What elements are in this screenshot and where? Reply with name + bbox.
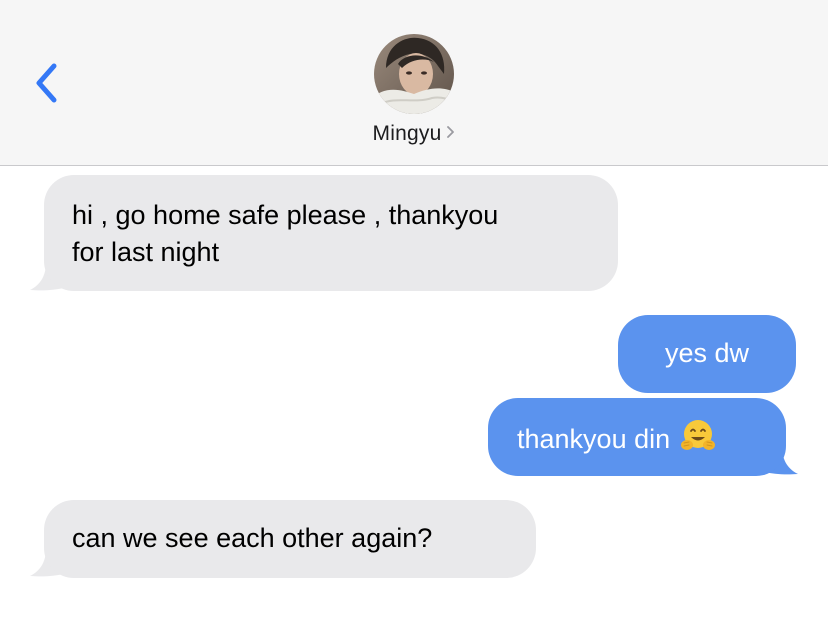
conversation-header: Mingyu (0, 0, 828, 166)
chevron-left-icon (36, 63, 57, 103)
messages-screen: Mingyu hi , go home safe please , thanky… (0, 0, 828, 636)
message-text: can we see each other again? (72, 523, 433, 553)
contact-name-button[interactable]: Mingyu (0, 122, 828, 146)
back-button[interactable] (28, 58, 68, 108)
message-text: yes dw (664, 338, 750, 368)
message-bubble-sent[interactable]: thankyou din (488, 398, 786, 476)
message-text: thankyou din (517, 424, 671, 454)
message-bubble-received[interactable]: can we see each other again? (44, 500, 536, 578)
message-text-line: for last night (72, 237, 220, 267)
contact-name: Mingyu (372, 122, 442, 145)
message-bubble-sent[interactable]: yes dw (618, 315, 796, 393)
contact-avatar[interactable] (374, 34, 454, 114)
chevron-right-icon (446, 125, 455, 144)
message-bubble-received[interactable]: hi , go home safe please , thankyou for … (44, 175, 618, 291)
message-text-line: hi , go home safe please , thankyou (72, 200, 499, 230)
hugging-face-icon (680, 418, 716, 464)
